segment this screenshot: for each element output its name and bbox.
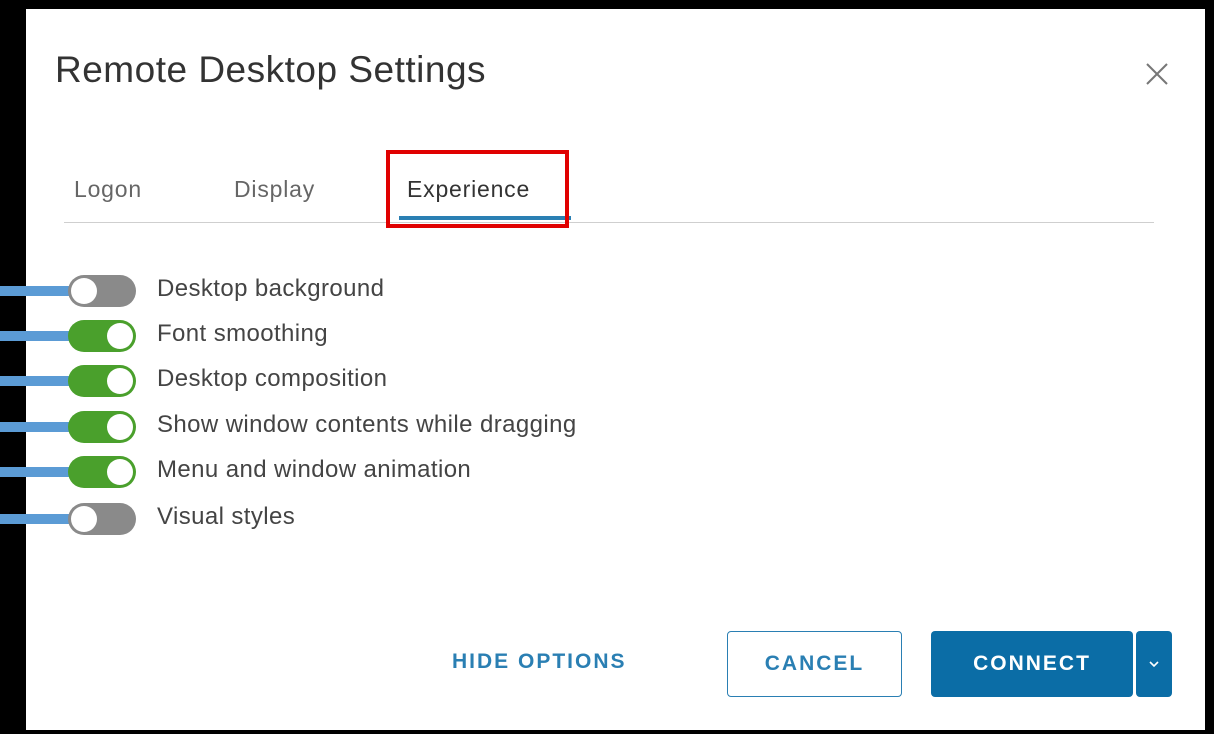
option-menu-window-animation: Menu and window animation (0, 454, 926, 494)
option-show-window-contents: Show window contents while dragging (0, 409, 926, 449)
connect-button[interactable]: CONNECT (931, 631, 1133, 697)
settings-tabs: Logon Display Experience (64, 164, 1154, 223)
connect-dropdown-button[interactable] (1136, 631, 1172, 697)
option-label: Font smoothing (157, 320, 329, 347)
hide-options-button[interactable]: HIDE OPTIONS (452, 650, 627, 674)
toggle-knob (71, 506, 97, 532)
toggle-font-smoothing[interactable] (68, 320, 136, 352)
dialog-title: Remote Desktop Settings (55, 49, 487, 90)
option-label: Show window contents while dragging (157, 411, 577, 438)
option-desktop-background: Desktop background (0, 273, 926, 313)
close-button[interactable] (1142, 59, 1172, 89)
option-label: Desktop composition (157, 365, 388, 392)
tab-display[interactable]: Display (234, 176, 315, 203)
chevron-down-icon (1149, 661, 1159, 668)
toggle-knob (107, 368, 133, 394)
option-visual-styles: Visual styles (0, 501, 926, 541)
frame-border-top (0, 0, 1214, 9)
toggle-knob (107, 414, 133, 440)
toggle-menu-window-animation[interactable] (68, 456, 136, 488)
frame-border-bottom (0, 730, 1214, 734)
toggle-knob (107, 323, 133, 349)
toggle-knob (71, 278, 97, 304)
option-label: Menu and window animation (157, 456, 472, 483)
frame-border-right (1205, 0, 1214, 734)
option-label: Visual styles (157, 503, 296, 530)
toggle-visual-styles[interactable] (68, 503, 136, 535)
toggle-knob (107, 459, 133, 485)
screenshot-frame: Remote Desktop Settings Logon Display Ex… (0, 0, 1214, 734)
remote-desktop-settings-dialog: Remote Desktop Settings Logon Display Ex… (0, 9, 1205, 730)
cancel-button[interactable]: CANCEL (727, 631, 902, 697)
option-desktop-composition: Desktop composition (0, 363, 926, 403)
tab-logon[interactable]: Logon (74, 176, 142, 203)
close-icon (1146, 63, 1168, 85)
option-font-smoothing: Font smoothing (0, 318, 926, 358)
toggle-desktop-composition[interactable] (68, 365, 136, 397)
toggle-show-window-contents[interactable] (68, 411, 136, 443)
experience-tab-highlight (386, 150, 569, 228)
toggle-desktop-background[interactable] (68, 275, 136, 307)
frame-border-left (0, 0, 26, 734)
option-label: Desktop background (157, 275, 385, 302)
